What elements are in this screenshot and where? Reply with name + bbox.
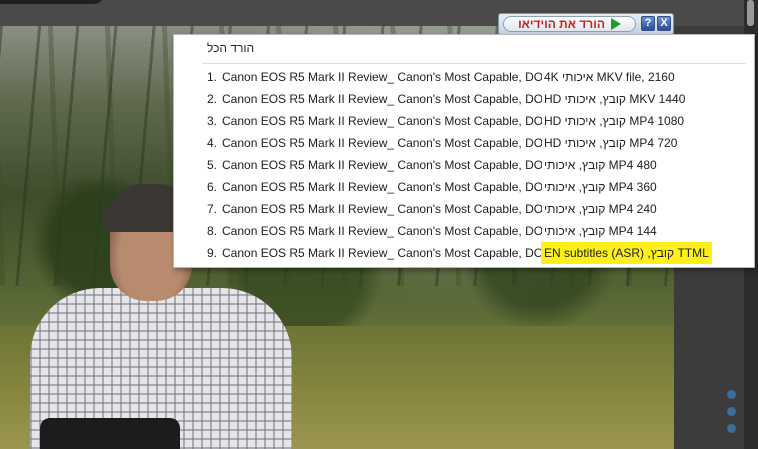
menu-item-format: MP4 144 קובץ, איכותי [544,224,657,238]
menu-item[interactable]: 7. Canon EOS R5 Mark II Review_ Canon's … [174,198,754,220]
menu-item-title: Canon EOS R5 Mark II Review_ Canon's Mos… [222,114,542,128]
menu-item-number: 9. [207,246,218,260]
menu-item-title: Canon EOS R5 Mark II Review_ Canon's Mos… [222,202,542,216]
menu-item-title: Canon EOS R5 Mark II Review_ Canon's Mos… [222,136,542,150]
scrollbar-thumb[interactable] [747,0,754,26]
menu-item-title: Canon EOS R5 Mark II Review_ Canon's Mos… [222,92,542,106]
menu-item[interactable]: 8. Canon EOS R5 Mark II Review_ Canon's … [174,220,754,242]
menu-item-number: 6. [207,180,218,194]
menu-item-format: MP4 720 קובץ, איכותי HD [544,136,678,150]
menu-item-format: MKV file, 2160 איכותי 4K [544,70,675,84]
dot [727,407,736,416]
menu-item-number: 8. [207,224,218,238]
menu-item-title: Canon EOS R5 Mark II Review_ Canon's Mos… [222,224,542,238]
dot [727,390,736,399]
menu-item-title: Canon EOS R5 Mark II Review_ Canon's Mos… [222,180,542,194]
top-pill [0,0,104,4]
menu-item-title: Canon EOS R5 Mark II Review_ Canon's Mos… [222,158,542,172]
menu-item[interactable]: 4. Canon EOS R5 Mark II Review_ Canon's … [174,132,754,154]
menu-item-number: 1. [207,70,218,84]
menu-item[interactable]: 6. Canon EOS R5 Mark II Review_ Canon's … [174,176,754,198]
menu-item-number: 3. [207,114,218,128]
menu-item-format-highlighted: TTML קובץ, EN subtitles (ASR) [541,242,712,264]
download-menu: הורד הכל 1. Canon EOS R5 Mark II Review_… [173,34,755,268]
video-person-camera [40,418,180,449]
menu-item-subtitles[interactable]: 9. Canon EOS R5 Mark II Review_ Canon's … [174,242,754,264]
menu-item-format: MP4 240 קובץ, איכותי [544,202,657,216]
menu-item-number: 4. [207,136,218,150]
dot [727,424,736,433]
menu-item-number: 7. [207,202,218,216]
menu-separator [202,63,746,64]
more-options-icon[interactable] [727,390,739,440]
help-button[interactable]: ? [641,16,655,31]
menu-item-format: MP4 360 קובץ, איכותי [544,180,657,194]
menu-item[interactable]: 3. Canon EOS R5 Mark II Review_ Canon's … [174,110,754,132]
close-button[interactable]: X [657,16,671,31]
menu-item[interactable]: 1. Canon EOS R5 Mark II Review_ Canon's … [174,66,754,88]
menu-item-number: 5. [207,158,218,172]
menu-item-format: MP4 1080 קובץ, איכותי HD [544,114,685,128]
download-video-label: הורד את הוידיאו [518,17,605,31]
menu-item[interactable]: 5. Canon EOS R5 Mark II Review_ Canon's … [174,154,754,176]
menu-item-number: 2. [207,92,218,106]
menu-item-title: Canon EOS R5 Mark II Review_ Canon's Mos… [222,246,542,260]
download-video-button[interactable]: הורד את הוידיאו [503,16,636,32]
menu-item-format: MP4 480 קובץ, איכותי [544,158,657,172]
video-downloader-widget: הורד את הוידיאו ? X [498,13,674,35]
menu-item[interactable]: 2. Canon EOS R5 Mark II Review_ Canon's … [174,88,754,110]
menu-item-format: MKV 1440 קובץ, איכותי HD [544,92,686,106]
download-all-item[interactable]: הורד הכל [207,41,254,55]
play-icon [610,18,621,30]
menu-item-title: Canon EOS R5 Mark II Review_ Canon's Mos… [222,70,542,84]
